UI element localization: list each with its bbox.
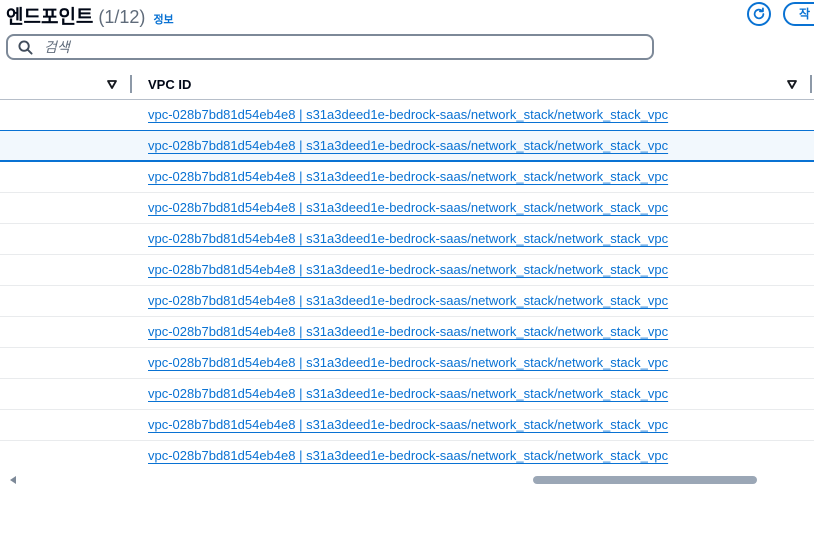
- scroll-left-arrow-icon[interactable]: [10, 476, 16, 484]
- page-title: 엔드포인트: [6, 7, 94, 28]
- table-row[interactable]: vpc-028b7bd81d54eb4e8 | s31a3deed1e-bedr…: [0, 100, 814, 131]
- horizontal-scrollbar[interactable]: [6, 474, 814, 486]
- table-body: vpc-028b7bd81d54eb4e8 | s31a3deed1e-bedr…: [0, 100, 814, 472]
- table-header: VPC ID: [0, 70, 814, 100]
- search-icon: [18, 39, 34, 55]
- vpc-id-link[interactable]: vpc-028b7bd81d54eb4e8 | s31a3deed1e-bedr…: [148, 231, 668, 246]
- table-row[interactable]: vpc-028b7bd81d54eb4e8 | s31a3deed1e-bedr…: [0, 410, 814, 441]
- endpoints-page: 엔드포인트 (1/12) 정보 작 VPC ID vpc-028b7bd81: [0, 0, 814, 533]
- search-bar: [6, 34, 654, 60]
- column-header-vpc-id[interactable]: VPC ID: [148, 77, 191, 92]
- vpc-id-link[interactable]: vpc-028b7bd81d54eb4e8 | s31a3deed1e-bedr…: [148, 324, 668, 339]
- vpc-id-link[interactable]: vpc-028b7bd81d54eb4e8 | s31a3deed1e-bedr…: [148, 107, 668, 122]
- table-row-selected[interactable]: vpc-028b7bd81d54eb4e8 | s31a3deed1e-bedr…: [0, 130, 814, 162]
- column-resizer[interactable]: [130, 75, 132, 93]
- table-row[interactable]: vpc-028b7bd81d54eb4e8 | s31a3deed1e-bedr…: [0, 317, 814, 348]
- scrollbar-thumb[interactable]: [533, 476, 757, 484]
- table-row[interactable]: vpc-028b7bd81d54eb4e8 | s31a3deed1e-bedr…: [0, 348, 814, 379]
- vpc-id-link[interactable]: vpc-028b7bd81d54eb4e8 | s31a3deed1e-bedr…: [148, 293, 668, 308]
- refresh-button[interactable]: [747, 2, 771, 26]
- search-input[interactable]: [42, 38, 626, 56]
- vpc-id-link[interactable]: vpc-028b7bd81d54eb4e8 | s31a3deed1e-bedr…: [148, 417, 668, 432]
- page-header: 엔드포인트 (1/12) 정보: [6, 2, 174, 28]
- vpc-id-link[interactable]: vpc-028b7bd81d54eb4e8 | s31a3deed1e-bedr…: [148, 386, 668, 401]
- sort-caret-icon[interactable]: [786, 78, 798, 90]
- table-row[interactable]: vpc-028b7bd81d54eb4e8 | s31a3deed1e-bedr…: [0, 379, 814, 410]
- table-row[interactable]: vpc-028b7bd81d54eb4e8 | s31a3deed1e-bedr…: [0, 193, 814, 224]
- refresh-icon: [753, 7, 765, 20]
- vpc-id-link[interactable]: vpc-028b7bd81d54eb4e8 | s31a3deed1e-bedr…: [148, 200, 668, 215]
- vpc-id-link[interactable]: vpc-028b7bd81d54eb4e8 | s31a3deed1e-bedr…: [148, 262, 668, 277]
- selection-count: (1/12): [98, 7, 146, 27]
- vpc-id-link[interactable]: vpc-028b7bd81d54eb4e8 | s31a3deed1e-bedr…: [148, 169, 668, 184]
- table-row[interactable]: vpc-028b7bd81d54eb4e8 | s31a3deed1e-bedr…: [0, 286, 814, 317]
- table-row[interactable]: vpc-028b7bd81d54eb4e8 | s31a3deed1e-bedr…: [0, 162, 814, 193]
- info-link[interactable]: 정보: [153, 11, 173, 27]
- table-row[interactable]: vpc-028b7bd81d54eb4e8 | s31a3deed1e-bedr…: [0, 224, 814, 255]
- create-endpoint-button[interactable]: 작: [783, 2, 814, 26]
- column-resizer[interactable]: [810, 75, 812, 93]
- vpc-id-link[interactable]: vpc-028b7bd81d54eb4e8 | s31a3deed1e-bedr…: [148, 355, 668, 370]
- table-row[interactable]: vpc-028b7bd81d54eb4e8 | s31a3deed1e-bedr…: [0, 441, 814, 472]
- vpc-id-link[interactable]: vpc-028b7bd81d54eb4e8 | s31a3deed1e-bedr…: [148, 138, 668, 153]
- sort-caret-icon[interactable]: [106, 78, 118, 90]
- vpc-id-link[interactable]: vpc-028b7bd81d54eb4e8 | s31a3deed1e-bedr…: [148, 448, 668, 463]
- table-row[interactable]: vpc-028b7bd81d54eb4e8 | s31a3deed1e-bedr…: [0, 255, 814, 286]
